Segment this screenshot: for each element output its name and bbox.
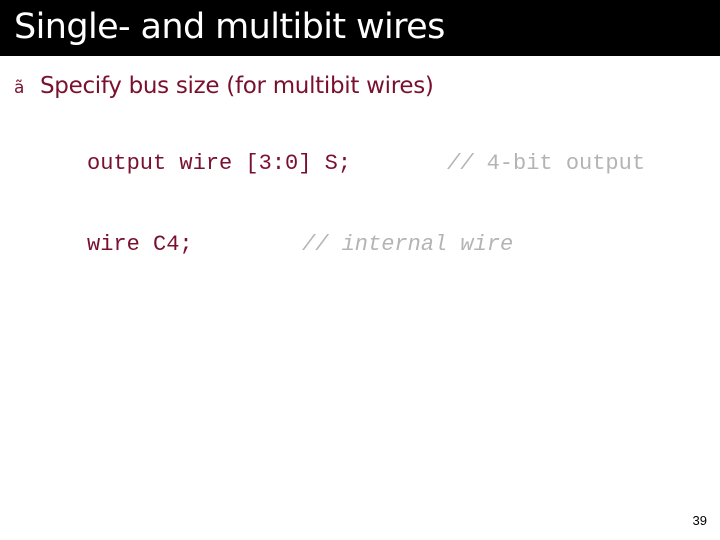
bullet-icon: ã <box>14 78 25 98</box>
code-line-wire-c4: wire C4; <box>87 232 193 257</box>
comment-slashes: // <box>447 151 474 176</box>
code-comment-4bit-output: // 4-bit output <box>447 150 645 178</box>
bullet-text: Specify bus size (for multibit wires) <box>40 73 434 99</box>
code-line-output-wire: output wire [3:0] S; <box>87 151 352 176</box>
comment-text: 4-bit output <box>473 151 646 176</box>
bullet-item: ã Specify bus size (for multibit wires) <box>14 70 434 104</box>
code-comment-internal-wire: // internal wire <box>302 232 514 257</box>
slide-title: Single- and multibit wires <box>14 7 445 47</box>
page-number: 39 <box>692 513 707 528</box>
title-bar: Single- and multibit wires <box>0 0 720 56</box>
